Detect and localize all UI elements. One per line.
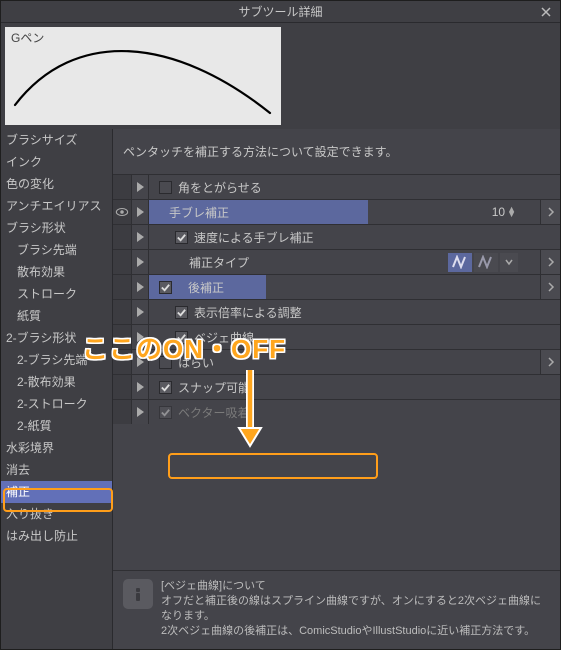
checkbox[interactable] bbox=[175, 231, 188, 244]
close-icon[interactable] bbox=[538, 4, 554, 20]
checkbox[interactable] bbox=[159, 356, 172, 369]
sidebar-item[interactable]: 色の変化 bbox=[1, 173, 112, 195]
row-visibility-toggle[interactable] bbox=[113, 375, 131, 399]
row-content[interactable]: ベジェ曲線 bbox=[149, 325, 560, 349]
sidebar-item[interactable]: 2-ブラシ先端 bbox=[1, 349, 112, 371]
sidebar-item[interactable]: 2-ストローク bbox=[1, 393, 112, 415]
setting-row: 角をとがらせる bbox=[113, 174, 560, 199]
sidebar-item[interactable]: アンチエイリアス bbox=[1, 195, 112, 217]
row-content[interactable]: 角をとがらせる bbox=[149, 175, 560, 199]
info-text: [ベジェ曲線]について オフだと補正後の線はスプライン曲線ですが、オンにすると2… bbox=[161, 579, 550, 639]
chevron-right-icon[interactable] bbox=[540, 275, 560, 299]
row-visibility-toggle[interactable] bbox=[113, 175, 131, 199]
row-label: 角をとがらせる bbox=[178, 179, 262, 196]
sidebar-item[interactable]: ブラシ形状 bbox=[1, 217, 112, 239]
row-expand-toggle[interactable] bbox=[131, 400, 149, 424]
row-expand-toggle[interactable] bbox=[131, 375, 149, 399]
row-content[interactable]: 手ブレ補正 10▲▼ bbox=[149, 200, 540, 224]
checkbox[interactable] bbox=[159, 381, 172, 394]
sidebar-item[interactable]: インク bbox=[1, 151, 112, 173]
row-label: 速度による手ブレ補正 bbox=[194, 229, 314, 246]
checkbox[interactable] bbox=[175, 306, 188, 319]
settings-rows: 角をとがらせる手ブレ補正 10▲▼ 速度による手ブレ補正補正タイプ後補正表示倍率によ… bbox=[113, 174, 560, 570]
row-visibility-toggle[interactable] bbox=[113, 225, 131, 249]
chevron-right-icon[interactable] bbox=[540, 200, 560, 224]
sidebar-item[interactable]: 紙質 bbox=[1, 305, 112, 327]
row-label: ベジェ曲線 bbox=[194, 329, 254, 346]
sidebar-item[interactable]: ストローク bbox=[1, 283, 112, 305]
row-content[interactable]: はらい bbox=[149, 350, 540, 374]
row-content[interactable]: 補正タイプ bbox=[149, 250, 540, 274]
sidebar-item[interactable]: はみ出し防止 bbox=[1, 525, 112, 547]
row-expand-toggle[interactable] bbox=[131, 175, 149, 199]
row-visibility-toggle[interactable] bbox=[113, 300, 131, 324]
row-expand-toggle[interactable] bbox=[131, 275, 149, 299]
row-content[interactable]: 表示倍率による調整 bbox=[149, 300, 560, 324]
brush-preview-area: Gペン bbox=[1, 23, 560, 129]
info-panel: [ベジェ曲線]について オフだと補正後の線はスプライン曲線ですが、オンにすると2… bbox=[113, 570, 560, 649]
row-visibility-toggle[interactable] bbox=[113, 250, 131, 274]
row-visibility-toggle[interactable] bbox=[113, 400, 131, 424]
sidebar-item[interactable]: 2-ブラシ形状 bbox=[1, 327, 112, 349]
row-expand-toggle[interactable] bbox=[131, 300, 149, 324]
chevron-right-icon[interactable] bbox=[540, 350, 560, 374]
row-content[interactable]: 速度による手ブレ補正 bbox=[149, 225, 560, 249]
info-body-1: オフだと補正後の線はスプライン曲線ですが、オンにすると2次ベジェ曲線になります。 bbox=[161, 594, 550, 624]
chevron-right-icon[interactable] bbox=[540, 250, 560, 274]
brush-preview: Gペン bbox=[5, 27, 281, 125]
titlebar: サブツール詳細 bbox=[1, 1, 560, 23]
panel-description: ペンタッチを補正する方法について設定できます。 bbox=[113, 129, 560, 174]
sidebar-item[interactable]: 2-散布効果 bbox=[1, 371, 112, 393]
row-expand-toggle[interactable] bbox=[131, 250, 149, 274]
setting-row: 後補正 bbox=[113, 274, 560, 299]
row-visibility-toggle[interactable] bbox=[113, 275, 131, 299]
row-content[interactable]: ベクター吸着 bbox=[149, 400, 560, 424]
row-label: 補正タイプ bbox=[189, 254, 249, 271]
row-expand-toggle[interactable] bbox=[131, 200, 149, 224]
setting-row: スナップ可能 bbox=[113, 374, 560, 399]
row-expand-toggle[interactable] bbox=[131, 325, 149, 349]
setting-row: はらい bbox=[113, 349, 560, 374]
correction-type-selector[interactable] bbox=[448, 253, 518, 272]
sidebar-item[interactable]: 2-紙質 bbox=[1, 415, 112, 437]
setting-row: ベクター吸着 bbox=[113, 399, 560, 424]
row-expand-toggle[interactable] bbox=[131, 350, 149, 374]
info-body-2: 2次ベジェ曲線の後補正は、ComicStudioやIllustStudioに近い… bbox=[161, 624, 550, 639]
sidebar-item[interactable]: 補正 bbox=[1, 481, 112, 503]
row-label: 表示倍率による調整 bbox=[194, 304, 302, 321]
sidebar-item[interactable]: 消去 bbox=[1, 459, 112, 481]
checkbox[interactable] bbox=[159, 181, 172, 194]
row-expand-toggle[interactable] bbox=[131, 225, 149, 249]
row-label: 後補正 bbox=[178, 279, 224, 296]
sidebar-item[interactable]: 水彩境界 bbox=[1, 437, 112, 459]
setting-row: ベジェ曲線 bbox=[113, 324, 560, 349]
sidebar-item[interactable]: ブラシ先端 bbox=[1, 239, 112, 261]
checkbox[interactable] bbox=[159, 281, 172, 294]
row-label: ベクター吸着 bbox=[178, 404, 250, 421]
row-visibility-toggle[interactable] bbox=[113, 325, 131, 349]
row-visibility-toggle[interactable] bbox=[113, 350, 131, 374]
sidebar-item[interactable]: 散布効果 bbox=[1, 261, 112, 283]
row-label: スナップ可能 bbox=[178, 379, 250, 396]
main-panel: ペンタッチを補正する方法について設定できます。 角をとがらせる手ブレ補正 10▲▼… bbox=[113, 129, 560, 649]
info-icon bbox=[123, 579, 153, 609]
sidebar-item[interactable]: ブラシサイズ bbox=[1, 129, 112, 151]
setting-row: 速度による手ブレ補正 bbox=[113, 224, 560, 249]
setting-row: 手ブレ補正 10▲▼ bbox=[113, 199, 560, 224]
info-title: [ベジェ曲線]について bbox=[161, 579, 550, 594]
category-sidebar: ブラシサイズインク色の変化アンチエイリアスブラシ形状ブラシ先端散布効果ストローク… bbox=[1, 129, 113, 649]
value-spinner[interactable]: 10▲▼ bbox=[492, 205, 516, 219]
checkbox[interactable] bbox=[159, 406, 172, 419]
row-content[interactable]: スナップ可能 bbox=[149, 375, 560, 399]
window-title: サブツール詳細 bbox=[238, 3, 322, 20]
setting-row: 表示倍率による調整 bbox=[113, 299, 560, 324]
setting-row: 補正タイプ bbox=[113, 249, 560, 274]
row-content[interactable]: 後補正 bbox=[149, 275, 540, 299]
row-label: はらい bbox=[178, 354, 214, 371]
checkbox[interactable] bbox=[175, 331, 188, 344]
row-label: 手ブレ補正 bbox=[159, 204, 229, 221]
sidebar-item[interactable]: 入り抜き bbox=[1, 503, 112, 525]
row-visibility-toggle[interactable] bbox=[113, 200, 131, 224]
